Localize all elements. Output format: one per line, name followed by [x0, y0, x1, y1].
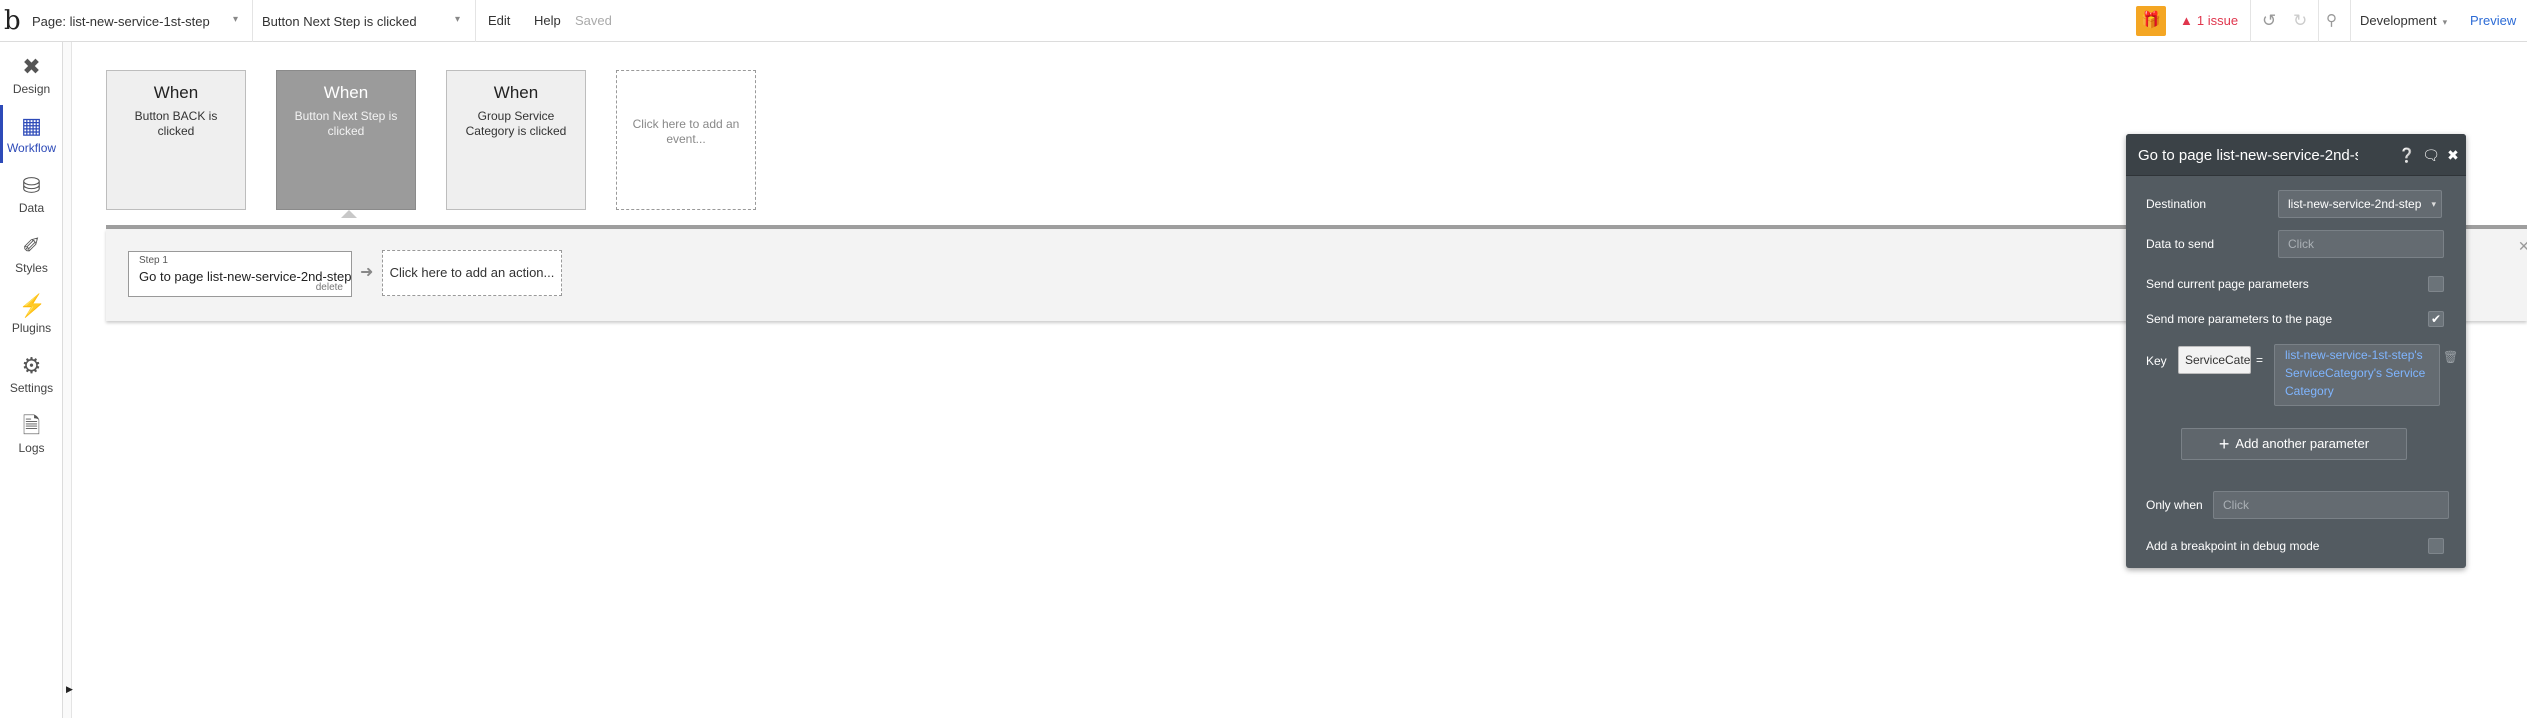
- step-delete-link[interactable]: delete: [316, 282, 343, 293]
- help-menu[interactable]: Help: [534, 0, 561, 42]
- add-another-parameter-button[interactable]: + Add another parameter: [2181, 428, 2407, 460]
- sidebar-item-styles[interactable]: ✐ Styles: [0, 225, 63, 283]
- chevron-down-icon: ▾: [2442, 17, 2448, 27]
- sidebar-item-data[interactable]: ⛁ Data: [0, 165, 63, 223]
- event-selector-label: Button Next Step is clicked: [262, 13, 417, 29]
- sidebar-item-label: Design: [12, 82, 51, 96]
- document-icon: 🗎: [22, 413, 41, 438]
- data-to-send-label: Data to send: [2146, 237, 2215, 251]
- brush-icon: ✐: [22, 233, 41, 258]
- add-event-card[interactable]: Click here to add an event...: [616, 70, 756, 210]
- help-icon[interactable]: ❔: [2398, 146, 2416, 164]
- issues-label: 1 issue: [2196, 13, 2239, 28]
- event-when-label: When: [323, 83, 369, 102]
- sidebar-resize-bar[interactable]: [63, 42, 72, 718]
- send-more-params-label: Send more parameters to the page: [2146, 312, 2333, 326]
- page-selector[interactable]: Page: list-new-service-1st-step ▾: [32, 0, 248, 42]
- divider: [2250, 0, 2251, 42]
- checkmark-icon: ✔: [2430, 312, 2442, 326]
- panel-title: Go to page list-new-service-2nd-st: [2138, 147, 2358, 164]
- step-number: Step 1: [139, 255, 168, 266]
- breakpoint-label: Add a breakpoint in debug mode: [2146, 539, 2320, 553]
- sidebar-item-settings[interactable]: ⚙ Settings: [0, 345, 63, 403]
- destination-dropdown[interactable]: list-new-service-2nd-step ▾: [2278, 190, 2442, 218]
- event-description: Button Next Step is clicked: [294, 109, 398, 138]
- event-when-label: When: [153, 83, 199, 102]
- issues-indicator[interactable]: ▲ 1 issue: [2180, 0, 2238, 42]
- sidebar-item-label: Data: [18, 201, 45, 215]
- design-icon: ✖: [22, 54, 41, 79]
- workflow-icon: ▦: [21, 113, 42, 138]
- event-card[interactable]: When Button BACK is clicked: [106, 70, 246, 210]
- edit-menu[interactable]: Edit: [488, 0, 510, 42]
- expand-sidebar-icon[interactable]: ▶: [66, 684, 73, 695]
- send-current-params-label: Send current page parameters: [2146, 277, 2309, 291]
- panel-header[interactable]: Go to page list-new-service-2nd-st ❔ 🗨 ✖: [2126, 134, 2466, 176]
- top-bar: b Page: list-new-service-1st-step ▾ Butt…: [0, 0, 2527, 42]
- send-current-params-checkbox[interactable]: [2428, 276, 2444, 292]
- send-more-params-checkbox[interactable]: ✔: [2428, 311, 2444, 327]
- only-when-placeholder: Click: [2223, 498, 2249, 512]
- search-icon[interactable]: ⚲: [2326, 0, 2337, 42]
- param-value-expression[interactable]: list-new-service-1st-step's ServiceCateg…: [2274, 344, 2440, 406]
- sidebar-item-label: Styles: [15, 261, 48, 275]
- divider: [252, 0, 253, 42]
- sidebar-item-logs[interactable]: 🗎 Logs: [0, 405, 63, 463]
- action-step[interactable]: Step 1 Go to page list-new-service-2nd-s…: [128, 251, 352, 297]
- bubble-logo-icon[interactable]: b: [4, 6, 26, 36]
- breakpoint-checkbox[interactable]: [2428, 538, 2444, 554]
- sidebar-item-plugins[interactable]: ⚡ Plugins: [0, 285, 63, 343]
- destination-label: Destination: [2146, 197, 2207, 211]
- only-when-label: Only when: [2146, 498, 2203, 512]
- preview-button[interactable]: Preview: [2470, 0, 2516, 42]
- event-card-selected[interactable]: When Button Next Step is clicked: [276, 70, 416, 210]
- sidebar-item-design[interactable]: ✖ Design: [0, 46, 63, 104]
- left-sidebar: ✖ Design ▦ Workflow ⛁ Data ✐ Styles ⚡ Pl…: [0, 42, 63, 718]
- add-action-button[interactable]: Click here to add an action...: [382, 250, 562, 296]
- equals-sign: =: [2256, 353, 2264, 367]
- chevron-down-icon: ▾: [454, 14, 460, 25]
- delete-param-icon[interactable]: 🗑: [2443, 350, 2458, 364]
- gift-icon[interactable]: 🎁: [2136, 6, 2166, 36]
- sidebar-item-label: Settings: [9, 381, 54, 395]
- destination-value: list-new-service-2nd-step: [2288, 197, 2422, 211]
- warning-icon: ▲: [2180, 13, 2193, 28]
- comment-icon[interactable]: 🗨: [2422, 146, 2440, 164]
- plus-icon: +: [2218, 434, 2230, 454]
- chevron-down-icon: ▾: [2431, 199, 2436, 209]
- plug-icon: ⚡: [18, 293, 46, 318]
- arrow-right-icon: ➜: [360, 264, 374, 281]
- close-icon[interactable]: ✕: [2518, 238, 2527, 255]
- saved-status: Saved: [575, 13, 612, 28]
- database-icon: ⛁: [22, 173, 41, 198]
- undo-icon[interactable]: ↺: [2262, 0, 2276, 42]
- divider: [475, 0, 476, 42]
- add-parameter-label: Add another parameter: [2235, 436, 2370, 451]
- divider: [2350, 0, 2351, 42]
- close-icon[interactable]: ✖: [2444, 146, 2462, 164]
- sidebar-item-label: Plugins: [11, 321, 52, 335]
- divider: [2318, 0, 2319, 42]
- environment-label: Development: [2360, 13, 2437, 28]
- event-description: Button BACK is clicked: [134, 109, 218, 138]
- redo-icon[interactable]: ↻: [2293, 0, 2307, 42]
- sidebar-item-workflow[interactable]: ▦ Workflow: [0, 105, 63, 163]
- sidebar-item-label: Logs: [18, 441, 45, 455]
- gear-icon: ⚙: [21, 353, 42, 378]
- param-key-input[interactable]: ServiceCate: [2178, 346, 2251, 374]
- event-when-label: When: [493, 83, 539, 102]
- event-card[interactable]: When Group Service Category is clicked: [446, 70, 586, 210]
- event-selector[interactable]: Button Next Step is clicked ▾: [262, 0, 470, 42]
- data-to-send-field[interactable]: Click: [2278, 230, 2444, 258]
- chevron-down-icon: ▾: [232, 14, 238, 25]
- data-to-send-placeholder: Click: [2288, 237, 2314, 251]
- add-event-label: Click here to add an event...: [632, 117, 740, 146]
- page-selector-label: Page: list-new-service-1st-step: [32, 13, 210, 29]
- sidebar-item-label: Workflow: [6, 141, 57, 155]
- selected-event-pointer: [341, 210, 357, 218]
- only-when-field[interactable]: Click: [2213, 491, 2449, 519]
- key-label: Key: [2146, 354, 2167, 368]
- environment-selector[interactable]: Development ▾: [2360, 0, 2447, 42]
- event-description: Group Service Category is clicked: [465, 109, 567, 138]
